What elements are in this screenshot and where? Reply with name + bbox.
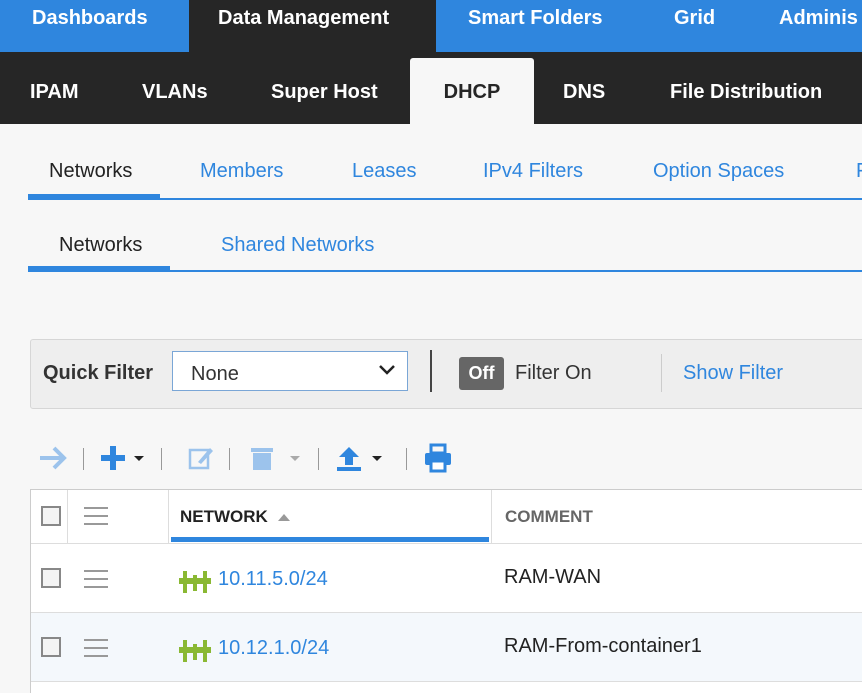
add-button[interactable] (98, 438, 146, 478)
network-icon (179, 640, 211, 662)
quick-filter-value: None (191, 363, 239, 385)
tab-ipv4-filters[interactable]: IPv4 Filters (483, 140, 583, 198)
dhcp-tabs: Networks Members Leases IPv4 Filters Opt… (28, 140, 862, 200)
toolbar-divider (406, 448, 407, 470)
secondary-nav: IPAM VLANs Super Host DHCP DNS File Dist… (0, 52, 862, 124)
row-menu-icon[interactable] (84, 639, 108, 657)
column-header-network[interactable]: NETWORK (180, 507, 291, 527)
top-nav-grid[interactable]: Grid (674, 0, 715, 52)
network-link[interactable]: 10.12.1.0/24 (218, 637, 329, 660)
table-row[interactable]: 10.11.5.0/24 RAM-WAN (31, 544, 862, 613)
subtab-shared-networks[interactable]: Shared Networks (221, 214, 374, 270)
plus-icon (101, 446, 125, 470)
quick-filter-select[interactable]: None (172, 351, 408, 391)
chevron-down-icon (377, 360, 397, 386)
table-row[interactable]: 10.12.1.0/24 RAM-From-container1 (31, 613, 862, 682)
sec-nav-file-distribution[interactable]: File Distribution (670, 52, 822, 124)
network-subtabs: Networks Shared Networks (28, 214, 862, 272)
network-icon (179, 571, 211, 593)
column-divider (168, 490, 169, 543)
top-nav-data-management[interactable]: Data Management (189, 0, 436, 52)
top-nav-smart-folders[interactable]: Smart Folders (468, 0, 602, 52)
sec-nav-vlans[interactable]: VLANs (142, 52, 208, 124)
row-menu-icon[interactable] (84, 570, 108, 588)
caret-down-icon (290, 456, 300, 461)
delete-button[interactable] (248, 438, 302, 478)
tab-option-spaces[interactable]: Option Spaces (653, 140, 784, 198)
network-column-label: NETWORK (180, 507, 268, 526)
subtab-networks[interactable]: Networks (59, 214, 142, 270)
show-filter-link[interactable]: Show Filter (683, 362, 783, 385)
print-icon[interactable] (422, 438, 454, 478)
top-nav-dashboards[interactable]: Dashboards (32, 0, 148, 52)
row-checkbox[interactable] (41, 568, 61, 588)
toolbar-divider (83, 448, 84, 470)
active-tab-indicator (28, 194, 160, 200)
sort-indicator (171, 537, 489, 542)
go-to-arrow-icon[interactable] (36, 438, 70, 478)
trash-icon (251, 448, 273, 470)
sec-nav-ipam[interactable]: IPAM (30, 52, 79, 124)
tab-truncated[interactable]: F (856, 140, 862, 198)
sec-nav-dns[interactable]: DNS (563, 52, 605, 124)
filter-toggle[interactable]: Off (459, 357, 504, 390)
tab-members[interactable]: Members (200, 140, 283, 198)
upload-icon (337, 447, 361, 471)
column-divider (491, 490, 492, 543)
row-checkbox[interactable] (41, 637, 61, 657)
networks-grid: NETWORK COMMENT 10.11.5.0/24 RAM-WAN 10.… (30, 489, 862, 693)
sec-nav-super-host[interactable]: Super Host (271, 52, 378, 124)
grid-toolbar (36, 438, 536, 478)
select-all-checkbox[interactable] (41, 506, 61, 526)
network-comment: RAM-From-container1 (504, 635, 702, 657)
sec-nav-dhcp[interactable]: DHCP (410, 58, 534, 124)
grid-header: NETWORK COMMENT (31, 490, 862, 544)
toolbar-divider (229, 448, 230, 470)
filter-bar: Quick Filter None Off Filter On Show Fil… (30, 339, 862, 409)
edit-icon[interactable] (186, 438, 216, 478)
caret-down-icon (134, 456, 144, 461)
caret-down-icon (372, 456, 382, 461)
divider (661, 354, 662, 392)
network-link[interactable]: 10.11.5.0/24 (218, 568, 328, 591)
top-nav-administration[interactable]: Adminis (779, 0, 858, 52)
network-comment: RAM-WAN (504, 566, 602, 588)
sort-ascending-icon (277, 514, 290, 521)
filter-on-label: Filter On (515, 362, 592, 384)
column-header-comment[interactable]: COMMENT (505, 507, 593, 527)
top-nav: Dashboards Data Management Smart Folders… (0, 0, 862, 52)
column-menu-icon[interactable] (84, 507, 108, 525)
column-divider (67, 490, 68, 543)
toolbar-divider (318, 448, 319, 470)
tab-networks[interactable]: Networks (49, 140, 132, 198)
export-button[interactable] (334, 438, 384, 478)
active-subtab-indicator (28, 266, 170, 272)
tab-leases[interactable]: Leases (352, 140, 417, 198)
divider (430, 350, 432, 392)
toolbar-divider (161, 448, 162, 470)
quick-filter-label: Quick Filter (43, 362, 154, 384)
